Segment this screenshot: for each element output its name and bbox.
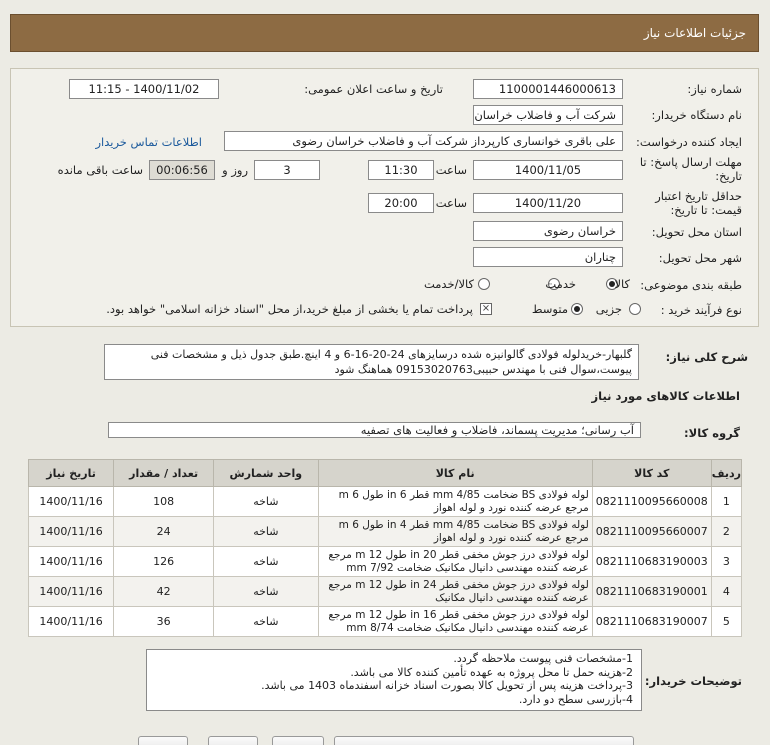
row-code: 0821110683190007 bbox=[591, 606, 712, 637]
goods-section-title: اطلاعات کالاهای مورد نیاز bbox=[591, 389, 740, 403]
table-row: 2 0821110095660007 لوله فولادی BS ضخامت … bbox=[27, 516, 743, 547]
row-number: 3 bbox=[710, 546, 743, 577]
process-medium-label: متوسط bbox=[531, 302, 568, 316]
row-number: 1 bbox=[710, 486, 743, 517]
need-number-label: شماره نیاز: bbox=[687, 82, 742, 96]
row-number: 5 bbox=[710, 606, 743, 637]
row-name: لوله فولادی درز جوش مخفی قطر 24 in طول 1… bbox=[317, 576, 593, 607]
city-field: چناران bbox=[473, 247, 623, 267]
goods-group-label: گروه کالا: bbox=[684, 426, 740, 440]
row-name: لوله فولادی درز جوش مخفی قطر 20 in طول 1… bbox=[317, 546, 593, 577]
process-label: نوع فرآیند خرید : bbox=[660, 303, 742, 317]
deadline-date-label: تاریخ: bbox=[715, 169, 742, 183]
deadline-date-field: 1400/11/05 bbox=[473, 160, 623, 180]
table-row: 1 0821110095660008 لوله فولادی BS ضخامت … bbox=[27, 486, 743, 517]
row-unit: شاخه bbox=[213, 516, 319, 547]
days-label: روز و bbox=[222, 163, 248, 177]
validity-time-label: ساعت bbox=[435, 196, 467, 210]
validity-date-label: قیمت: تا تاریخ: bbox=[670, 203, 742, 217]
remaining-label: ساعت باقی مانده bbox=[57, 163, 143, 177]
col-unit: واحد شمارش bbox=[213, 459, 319, 487]
announce-field: 1400/11/02 - 11:15 bbox=[69, 79, 219, 99]
contact-info-link[interactable]: اطلاعات تماس خریدار bbox=[95, 135, 202, 149]
process-minor-label: جزیی bbox=[595, 302, 622, 316]
deadline-label: مهلت ارسال پاسخ: تا bbox=[639, 155, 742, 169]
row-date: 1400/11/16 bbox=[27, 576, 115, 607]
validity-label: حداقل تاریخ اعتبار bbox=[655, 189, 742, 203]
table-row: 5 0821110683190007 لوله فولادی درز جوش م… bbox=[27, 606, 743, 637]
city-label: شهر محل تحویل: bbox=[658, 251, 742, 265]
row-number: 2 bbox=[710, 516, 743, 547]
col-code: کد کالا bbox=[591, 459, 712, 487]
announce-label: تاریخ و ساعت اعلان عمومی: bbox=[304, 82, 443, 96]
category-both-radio[interactable] bbox=[478, 278, 490, 290]
row-name: لوله فولادی BS ضخامت 4/85 mm قطر 4 in طو… bbox=[317, 516, 593, 547]
page-header: جزئیات اطلاعات نیاز bbox=[10, 14, 759, 52]
col-row-no: ردیف bbox=[710, 459, 743, 487]
row-name: لوله فولادی درز جوش مخفی قطر 16 in طول 1… bbox=[317, 606, 593, 637]
row-code: 0821110683190003 bbox=[591, 546, 712, 577]
col-date: تاریخ نیاز bbox=[27, 459, 115, 487]
treasury-payment-checkbox[interactable]: ⨯ bbox=[480, 303, 492, 315]
buyer-note-line: 2-هزینه حمل تا محل پروژه به عهده تأمین ک… bbox=[350, 665, 633, 679]
province-field: خراسان رضوی bbox=[473, 221, 623, 241]
description-text: گلبهار-خریدلوله فولادی گالوانیزه شده درس… bbox=[104, 344, 639, 380]
row-qty: 24 bbox=[113, 516, 215, 547]
row-name: لوله فولادی BS ضخامت 4/85 mm قطر 6 in طو… bbox=[317, 486, 593, 517]
category-service-label: خدمت bbox=[545, 277, 576, 291]
row-unit: شاخه bbox=[213, 576, 319, 607]
row-unit: شاخه bbox=[213, 546, 319, 577]
row-qty: 108 bbox=[113, 486, 215, 517]
row-date: 1400/11/16 bbox=[27, 516, 115, 547]
col-qty: تعداد / مقدار bbox=[113, 459, 215, 487]
action-button[interactable] bbox=[208, 736, 258, 745]
treasury-payment-note: پرداخت تمام یا بخشی از مبلغ خرید،از محل … bbox=[106, 302, 473, 316]
requester-field: علی باقری خوانساری کارپرداز شرکت آب و فا… bbox=[224, 131, 623, 151]
action-button[interactable] bbox=[334, 736, 634, 745]
row-unit: شاخه bbox=[213, 486, 319, 517]
deadline-time-field: 11:30 bbox=[368, 160, 434, 180]
goods-group-field: آب رسانی؛ مدیریت پسماند، فاضلاب و فعالیت… bbox=[108, 422, 641, 438]
buyer-field: شرکت آب و فاضلاب خراسان رضوی bbox=[473, 105, 623, 125]
goods-table: ردیف کد کالا نام کالا واحد شمارش تعداد /… bbox=[27, 459, 743, 637]
row-unit: شاخه bbox=[213, 606, 319, 637]
row-qty: 126 bbox=[113, 546, 215, 577]
days-remaining-field: 3 bbox=[254, 160, 320, 180]
row-qty: 36 bbox=[113, 606, 215, 637]
buyer-note-line: 3-پرداخت هزینه پس از تحویل کالا بصورت اس… bbox=[261, 679, 633, 692]
table-row: 4 0821110683190001 لوله فولادی درز جوش م… bbox=[27, 576, 743, 607]
row-qty: 42 bbox=[113, 576, 215, 607]
row-code: 0821110095660008 bbox=[591, 486, 712, 517]
time-remaining-field: 00:06:56 bbox=[149, 160, 215, 180]
requester-label: ایجاد کننده درخواست: bbox=[636, 135, 742, 149]
row-date: 1400/11/16 bbox=[27, 606, 115, 637]
process-minor-radio[interactable] bbox=[629, 303, 641, 315]
table-row: 3 0821110683190003 لوله فولادی درز جوش م… bbox=[27, 546, 743, 577]
row-date: 1400/11/16 bbox=[27, 486, 115, 517]
category-goods-label: کالا bbox=[614, 277, 630, 291]
action-button[interactable] bbox=[272, 736, 324, 745]
row-code: 0821110095660007 bbox=[591, 516, 712, 547]
description-label: شرح کلی نیاز: bbox=[665, 350, 748, 364]
category-both-label: کالا/خدمت bbox=[423, 277, 474, 291]
buyer-note-line: 1-مشخصات فنی پیوست ملاحظه گردد. bbox=[453, 652, 633, 665]
col-name: نام کالا bbox=[317, 459, 593, 487]
buyer-notes-label: توضیحات خریدار: bbox=[644, 674, 742, 688]
deadline-time-label: ساعت bbox=[435, 163, 467, 177]
buyer-note-line: 4-بازرسی سطح دو دارد. bbox=[518, 692, 633, 706]
page-title: جزئیات اطلاعات نیاز bbox=[643, 26, 746, 40]
row-number: 4 bbox=[710, 576, 743, 607]
buyer-label: نام دستگاه خریدار: bbox=[651, 108, 742, 122]
category-label: طبقه بندی موضوعی: bbox=[640, 278, 742, 292]
validity-time-field: 20:00 bbox=[368, 193, 434, 213]
row-date: 1400/11/16 bbox=[27, 546, 115, 577]
row-code: 0821110683190001 bbox=[591, 576, 712, 607]
goods-table-header: ردیف کد کالا نام کالا واحد شمارش تعداد /… bbox=[27, 459, 743, 487]
buyer-notes-box: 1-مشخصات فنی پیوست ملاحظه گردد. 2-هزینه … bbox=[146, 649, 642, 711]
action-button[interactable] bbox=[138, 736, 188, 745]
process-medium-radio[interactable] bbox=[571, 303, 583, 315]
need-number-field: 1100001446000613 bbox=[473, 79, 623, 99]
province-label: استان محل تحویل: bbox=[651, 225, 742, 239]
validity-date-field: 1400/11/20 bbox=[473, 193, 623, 213]
